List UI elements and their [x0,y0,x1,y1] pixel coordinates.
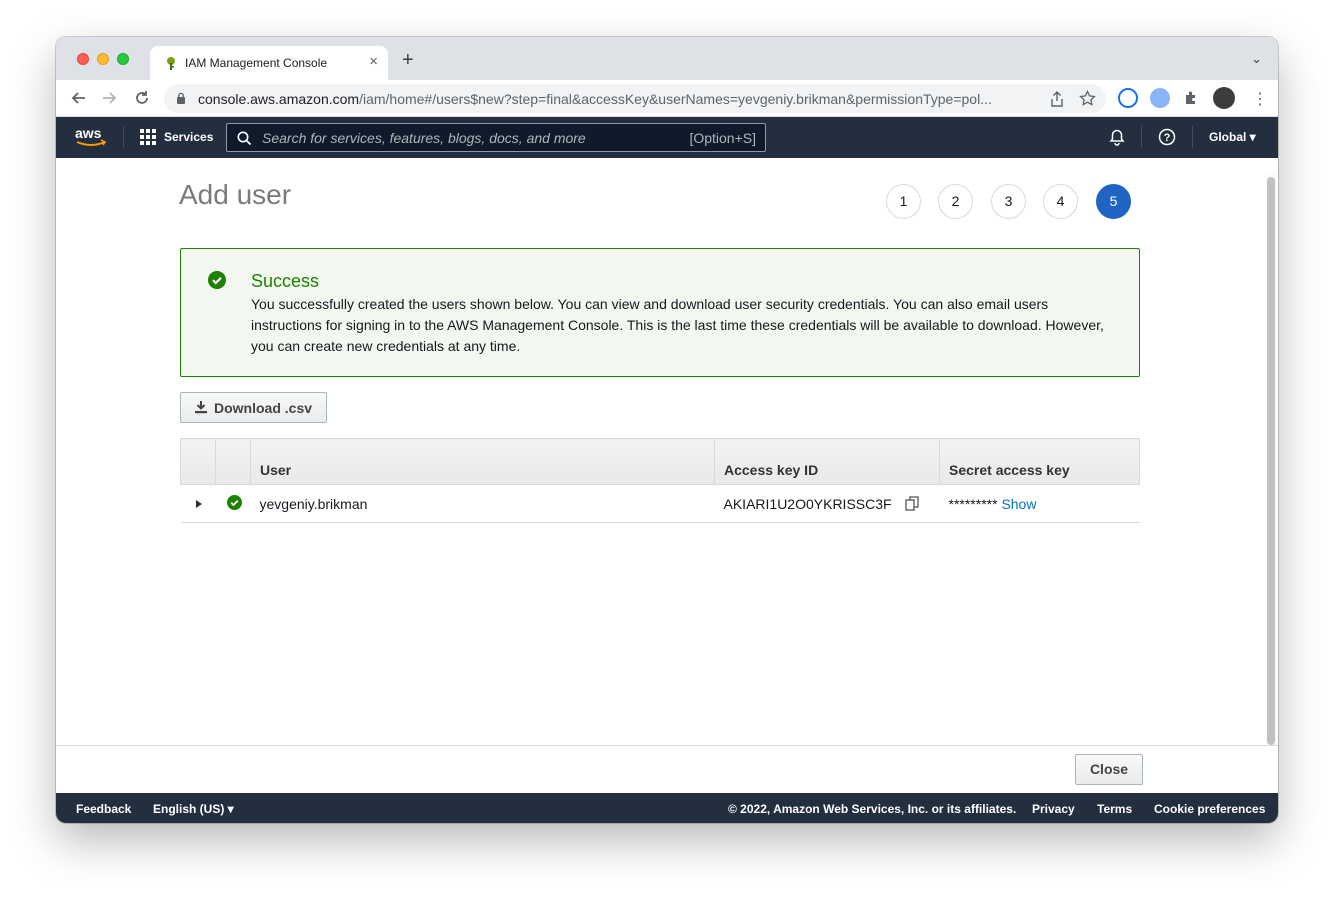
profile-avatar[interactable] [1213,87,1235,109]
browser-extension-icon[interactable] [1150,88,1170,108]
success-alert: Success You successfully created the use… [180,248,1140,377]
cookie-preferences-link[interactable]: Cookie preferences [1154,802,1265,816]
services-menu[interactable]: Services [140,129,213,145]
expand-column-header [180,438,216,485]
nav-divider [1141,126,1142,148]
terms-link[interactable]: Terms [1097,802,1132,816]
expand-caret-icon[interactable] [195,499,203,509]
help-icon[interactable]: ? [1158,128,1176,146]
nav-divider [1192,126,1193,148]
browser-menu-icon[interactable]: ⋮ [1252,89,1268,109]
tab-search-icon[interactable]: ⌄ [1251,51,1262,67]
extensions-puzzle-icon[interactable] [1183,90,1199,106]
success-message: You successfully created the users shown… [251,296,1104,354]
search-shortcut-hint: [Option+S] [689,130,756,146]
user-cell: yevgeniy.brikman [250,484,715,523]
browser-window: IAM Management Console × + ⌄ console.aws… [56,37,1278,823]
search-placeholder: Search for services, features, blogs, do… [262,130,586,146]
forward-arrow-icon[interactable] [102,90,118,106]
tab-close-icon[interactable]: × [369,53,378,70]
download-icon [195,401,207,414]
close-button[interactable]: Close [1075,754,1143,785]
new-tab-button[interactable]: + [402,50,414,70]
table-row: yevgeniy.brikman AKIARI1U2O0YKRISSC3F **… [180,484,1140,523]
url-path: /iam/home#/users$new?step=final&accessKe… [359,91,992,107]
credentials-table: User Access key ID Secret access key yev… [180,438,1140,523]
aws-search-input[interactable]: Search for services, features, blogs, do… [226,123,766,152]
password-manager-extension-icon[interactable] [1118,88,1138,108]
secret-key-mask: ********* [948,495,998,512]
tab-title: IAM Management Console [185,56,328,70]
browser-tab[interactable]: IAM Management Console × [150,46,388,80]
status-cell [215,484,251,523]
aws-footer: Feedback English (US) ▾ © 2022, Amazon W… [56,793,1278,823]
share-icon[interactable] [1050,91,1064,107]
wizard-step-3: 3 [991,184,1026,219]
wizard-step-2: 2 [938,184,973,219]
privacy-link[interactable]: Privacy [1032,802,1075,816]
status-column-header [215,438,251,485]
wizard-step-4: 4 [1043,184,1078,219]
wizard-step-1: 1 [886,184,921,219]
svg-text:aws: aws [75,125,102,141]
copyright-text: © 2022, Amazon Web Services, Inc. or its… [728,802,1017,816]
region-selector[interactable]: Global ▾ [1209,130,1256,144]
notifications-bell-icon[interactable] [1108,128,1126,146]
show-secret-link[interactable]: Show [1001,496,1036,512]
copy-icon[interactable] [905,495,920,511]
reload-icon[interactable] [134,90,150,106]
url-text: console.aws.amazon.com/iam/home#/users$n… [198,91,992,107]
close-window-button[interactable] [77,53,89,65]
language-selector[interactable]: English (US) ▾ [153,802,234,816]
download-csv-button[interactable]: Download .csv [180,392,327,423]
access-key-cell: AKIARI1U2O0YKRISSC3F [714,484,940,523]
table-header-row: User Access key ID Secret access key [180,438,1140,485]
expand-cell [180,484,216,523]
scrollbar[interactable] [1266,173,1276,745]
bookmark-star-icon[interactable] [1079,90,1096,107]
access-key-value: AKIARI1U2O0YKRISSC3F [723,495,892,512]
iam-favicon-icon [167,57,175,70]
address-bar[interactable]: console.aws.amazon.com/iam/home#/users$n… [164,84,1106,113]
search-icon [237,131,252,146]
main-content: Add user 1 2 3 4 5 Success You successfu… [56,158,1278,745]
browser-toolbar: console.aws.amazon.com/iam/home#/users$n… [56,80,1278,117]
wizard-step-5-active: 5 [1096,184,1131,219]
feedback-link[interactable]: Feedback [76,802,131,816]
minimize-window-button[interactable] [97,53,109,65]
services-grid-icon [140,129,156,145]
aws-logo[interactable]: aws [74,125,108,149]
success-title: Success [251,271,320,291]
row-success-check-icon [226,494,242,510]
services-label: Services [164,130,214,144]
nav-divider [123,126,124,148]
back-arrow-icon[interactable] [70,90,86,106]
success-check-icon [208,271,226,289]
access-key-column-header: Access key ID [714,438,940,485]
aws-top-nav: aws Services Search for services, featur… [56,117,1278,158]
tab-strip: IAM Management Console × + ⌄ [56,37,1278,80]
secret-key-cell: ********* Show [939,484,1140,523]
lock-icon [177,92,185,104]
url-host: console.aws.amazon.com [198,91,360,107]
scrollbar-thumb[interactable] [1267,177,1275,745]
page-title: Add user [179,179,292,210]
user-column-header: User [250,438,715,485]
download-csv-label: Download .csv [214,400,313,416]
wizard-footer: Close [56,745,1278,793]
svg-text:?: ? [1164,132,1171,144]
secret-key-column-header: Secret access key [939,438,1140,485]
zoom-window-button[interactable] [117,53,129,65]
